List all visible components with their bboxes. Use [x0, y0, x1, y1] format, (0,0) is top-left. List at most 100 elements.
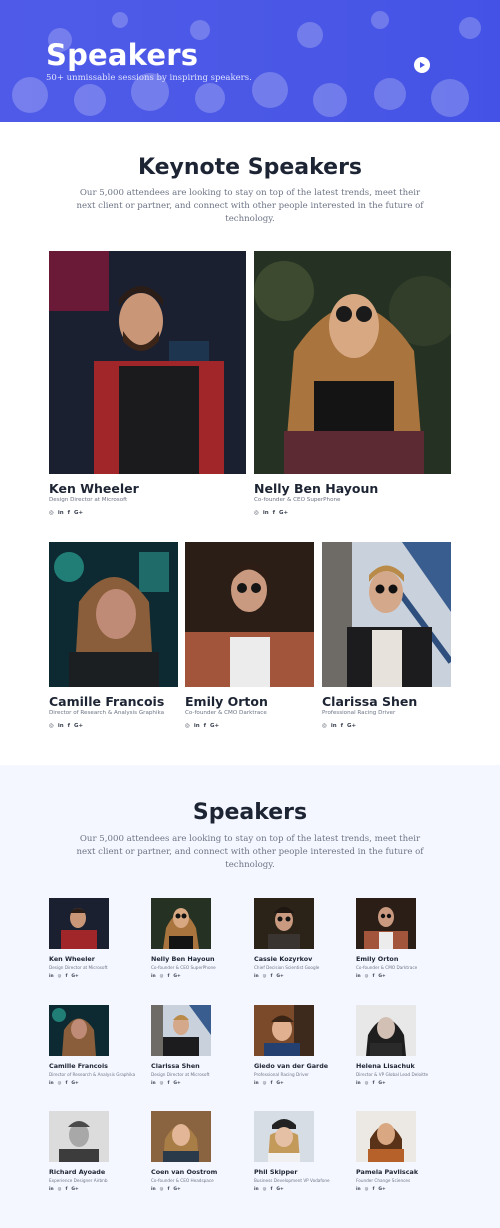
speaker-photo[interactable]	[356, 1005, 416, 1056]
speaker-photo[interactable]	[254, 898, 314, 949]
linkedin-icon[interactable]: in	[151, 1081, 156, 1087]
github-icon[interactable]: ◎	[263, 1187, 267, 1193]
facebook-icon[interactable]: f	[372, 1081, 374, 1087]
github-icon[interactable]: ◎	[58, 1081, 62, 1087]
google-plus-icon[interactable]: G+	[210, 723, 219, 729]
google-plus-icon[interactable]: G+	[378, 1081, 385, 1087]
google-plus-icon[interactable]: G+	[347, 723, 356, 729]
speaker-photo[interactable]	[151, 1005, 211, 1056]
linkedin-icon[interactable]: in	[194, 723, 200, 729]
speaker-name[interactable]: Emily Orton	[185, 694, 268, 709]
linkedin-icon[interactable]: in	[356, 1187, 361, 1193]
speaker-name[interactable]: Cassie Kozyrkov	[254, 955, 312, 963]
google-plus-icon[interactable]: G+	[173, 974, 180, 980]
speaker-photo[interactable]	[185, 542, 314, 687]
speaker-name[interactable]: Camille Francois	[49, 1062, 108, 1070]
linkedin-icon[interactable]: in	[254, 1187, 259, 1193]
github-icon[interactable]: ◎	[254, 510, 259, 516]
facebook-icon[interactable]: f	[68, 510, 70, 516]
linkedin-icon[interactable]: in	[58, 510, 64, 516]
linkedin-icon[interactable]: in	[263, 510, 269, 516]
github-icon[interactable]: ◎	[365, 974, 369, 980]
speaker-name[interactable]: Pamela Pavliscak	[356, 1168, 418, 1176]
facebook-icon[interactable]: f	[270, 1187, 272, 1193]
facebook-icon[interactable]: f	[68, 723, 70, 729]
speaker-name[interactable]: Camille Francois	[49, 694, 164, 709]
facebook-icon[interactable]: f	[273, 510, 275, 516]
speaker-name[interactable]: Nelly Ben Hayoun	[151, 955, 215, 963]
facebook-icon[interactable]: f	[270, 974, 272, 980]
google-plus-icon[interactable]: G+	[74, 723, 83, 729]
linkedin-icon[interactable]: in	[356, 974, 361, 980]
github-icon[interactable]: ◎	[322, 723, 327, 729]
speaker-photo[interactable]	[49, 898, 109, 949]
play-video-button[interactable]	[414, 57, 430, 73]
facebook-icon[interactable]: f	[65, 1187, 67, 1193]
speaker-name[interactable]: Emily Orton	[356, 955, 398, 963]
linkedin-icon[interactable]: in	[49, 974, 54, 980]
google-plus-icon[interactable]: G+	[276, 1081, 283, 1087]
speaker-name[interactable]: Phil Skipper	[254, 1168, 298, 1176]
google-plus-icon[interactable]: G+	[71, 974, 78, 980]
linkedin-icon[interactable]: in	[49, 1081, 54, 1087]
linkedin-icon[interactable]: in	[254, 1081, 259, 1087]
speaker-photo[interactable]	[151, 898, 211, 949]
github-icon[interactable]: ◎	[263, 1081, 267, 1087]
facebook-icon[interactable]: f	[270, 1081, 272, 1087]
speaker-name[interactable]: Nelly Ben Hayoun	[254, 481, 378, 496]
linkedin-icon[interactable]: in	[151, 974, 156, 980]
speaker-name[interactable]: Richard Ayoade	[49, 1168, 105, 1176]
speaker-name[interactable]: Clarissa Shen	[151, 1062, 200, 1070]
speaker-name[interactable]: Ken Wheeler	[49, 955, 95, 963]
google-plus-icon[interactable]: G+	[378, 974, 385, 980]
speaker-photo[interactable]	[49, 542, 178, 687]
google-plus-icon[interactable]: G+	[173, 1187, 180, 1193]
speaker-name[interactable]: Helena Lisachuk	[356, 1062, 415, 1070]
github-icon[interactable]: ◎	[160, 974, 164, 980]
github-icon[interactable]: ◎	[160, 1081, 164, 1087]
linkedin-icon[interactable]: in	[356, 1081, 361, 1087]
speaker-photo[interactable]	[254, 251, 451, 474]
github-icon[interactable]: ◎	[263, 974, 267, 980]
facebook-icon[interactable]: f	[341, 723, 343, 729]
speaker-photo[interactable]	[356, 898, 416, 949]
facebook-icon[interactable]: f	[167, 974, 169, 980]
speaker-photo[interactable]	[254, 1111, 314, 1162]
github-icon[interactable]: ◎	[49, 723, 54, 729]
github-icon[interactable]: ◎	[49, 510, 54, 516]
speaker-name[interactable]: Clarissa Shen	[322, 694, 417, 709]
speaker-name[interactable]: Giedo van der Garde	[254, 1062, 328, 1070]
google-plus-icon[interactable]: G+	[71, 1081, 78, 1087]
speaker-photo[interactable]	[356, 1111, 416, 1162]
facebook-icon[interactable]: f	[65, 1081, 67, 1087]
github-icon[interactable]: ◎	[185, 723, 190, 729]
github-icon[interactable]: ◎	[365, 1081, 369, 1087]
linkedin-icon[interactable]: in	[58, 723, 64, 729]
github-icon[interactable]: ◎	[58, 1187, 62, 1193]
facebook-icon[interactable]: f	[372, 1187, 374, 1193]
facebook-icon[interactable]: f	[65, 974, 67, 980]
linkedin-icon[interactable]: in	[254, 974, 259, 980]
facebook-icon[interactable]: f	[167, 1081, 169, 1087]
speaker-name[interactable]: Coen van Oostrom	[151, 1168, 217, 1176]
speaker-photo[interactable]	[254, 1005, 314, 1056]
speaker-photo[interactable]	[49, 251, 246, 474]
google-plus-icon[interactable]: G+	[74, 510, 83, 516]
linkedin-icon[interactable]: in	[331, 723, 337, 729]
google-plus-icon[interactable]: G+	[173, 1081, 180, 1087]
speaker-photo[interactable]	[322, 542, 451, 687]
linkedin-icon[interactable]: in	[151, 1187, 156, 1193]
linkedin-icon[interactable]: in	[49, 1187, 54, 1193]
google-plus-icon[interactable]: G+	[279, 510, 288, 516]
google-plus-icon[interactable]: G+	[276, 1187, 283, 1193]
speaker-photo[interactable]	[49, 1111, 109, 1162]
google-plus-icon[interactable]: G+	[378, 1187, 385, 1193]
facebook-icon[interactable]: f	[372, 974, 374, 980]
speaker-name[interactable]: Ken Wheeler	[49, 481, 139, 496]
facebook-icon[interactable]: f	[204, 723, 206, 729]
github-icon[interactable]: ◎	[365, 1187, 369, 1193]
github-icon[interactable]: ◎	[58, 974, 62, 980]
google-plus-icon[interactable]: G+	[71, 1187, 78, 1193]
speaker-photo[interactable]	[151, 1111, 211, 1162]
google-plus-icon[interactable]: G+	[276, 974, 283, 980]
